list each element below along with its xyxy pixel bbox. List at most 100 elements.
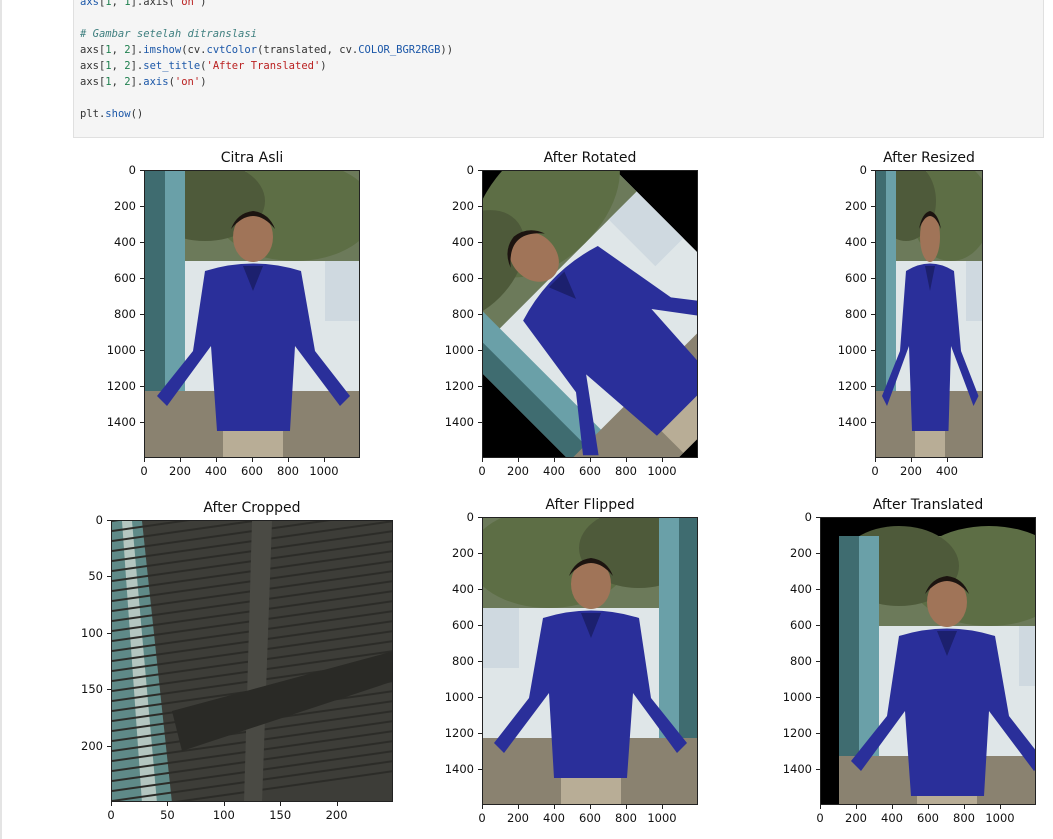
- x-tick-label: 400: [543, 464, 565, 478]
- x-tick-label: 800: [615, 464, 637, 478]
- y-tick-label: 600: [845, 271, 867, 285]
- x-tick-label: 400: [543, 811, 565, 825]
- y-tick-mark: [478, 242, 482, 243]
- y-tick-label: 600: [452, 271, 474, 285]
- y-tick-mark: [871, 314, 875, 315]
- y-tick-label: 400: [845, 235, 867, 249]
- y-tick-label: 200: [452, 199, 474, 213]
- x-tick-mark: [518, 458, 519, 462]
- y-tick-label: 200: [845, 199, 867, 213]
- y-tick-label: 400: [114, 235, 136, 249]
- y-tick-label: 1000: [837, 343, 867, 357]
- y-tick-mark: [478, 314, 482, 315]
- y-tick-label: 0: [859, 163, 867, 177]
- code-line-axis: axs[1, 2].axis('on'): [80, 76, 207, 88]
- y-tick-mark: [140, 422, 144, 423]
- y-tick-label: 1200: [444, 379, 474, 393]
- x-tick-mark: [856, 805, 857, 809]
- x-tick-label: 400: [881, 811, 903, 825]
- x-tick-mark: [626, 805, 627, 809]
- x-tick-label: 0: [871, 464, 879, 478]
- y-tick-label: 200: [452, 546, 474, 560]
- x-tick-label: 800: [953, 811, 975, 825]
- x-tick-label: 0: [478, 811, 486, 825]
- x-tick-mark: [662, 458, 663, 462]
- x-tick-mark: [820, 805, 821, 809]
- y-tick-mark: [478, 769, 482, 770]
- x-tick-label: 0: [816, 811, 824, 825]
- x-tick-mark: [324, 458, 325, 462]
- x-tick-mark: [626, 458, 627, 462]
- x-tick-mark: [144, 458, 145, 462]
- x-tick-label: 600: [579, 811, 601, 825]
- x-tick-label: 1000: [647, 464, 677, 478]
- x-tick-label: 800: [615, 811, 637, 825]
- subplot-image-original: [144, 170, 360, 458]
- y-tick-label: 800: [452, 307, 474, 321]
- y-tick-label: 1400: [444, 415, 474, 429]
- subplot-image-cropped: [111, 520, 393, 802]
- code-cell[interactable]: axs[1, 1].axis('on') # Gambar setelah di…: [73, 0, 1044, 138]
- y-tick-mark: [478, 517, 482, 518]
- x-tick-label: 600: [579, 464, 601, 478]
- x-tick-label: 200: [169, 464, 191, 478]
- code-line-set-title: axs[1, 2].set_title('After Translated'): [80, 60, 327, 72]
- x-tick-label: 400: [205, 464, 227, 478]
- y-tick-label: 1200: [782, 726, 812, 740]
- y-tick-label: 0: [466, 163, 474, 177]
- x-tick-mark: [216, 458, 217, 462]
- x-tick-label: 0: [140, 464, 148, 478]
- y-tick-mark: [816, 553, 820, 554]
- subplot-image-flipped: [482, 517, 698, 805]
- y-tick-label: 800: [452, 654, 474, 668]
- y-tick-label: 1200: [444, 726, 474, 740]
- y-tick-label: 1400: [106, 415, 136, 429]
- x-tick-mark: [288, 458, 289, 462]
- x-tick-mark: [336, 802, 338, 806]
- y-tick-label: 600: [114, 271, 136, 285]
- code-line-1: axs[1, 1].axis('on'): [80, 0, 207, 8]
- y-tick-label: 0: [95, 513, 103, 527]
- y-tick-mark: [107, 520, 111, 521]
- y-tick-mark: [816, 517, 820, 518]
- x-tick-mark: [223, 802, 225, 806]
- subplot-image-translated: [820, 517, 1036, 805]
- x-tick-label: 800: [277, 464, 299, 478]
- x-tick-mark: [554, 805, 555, 809]
- y-tick-label: 200: [790, 546, 812, 560]
- y-tick-mark: [140, 242, 144, 243]
- code-line-imshow: axs[1, 2].imshow(cv.cvtColor(translated,…: [80, 44, 454, 56]
- y-tick-label: 1000: [444, 343, 474, 357]
- y-tick-mark: [871, 170, 875, 171]
- y-tick-label: 200: [114, 199, 136, 213]
- y-tick-mark: [107, 745, 111, 747]
- x-tick-label: 50: [160, 808, 175, 822]
- x-tick-label: 100: [212, 808, 235, 822]
- x-tick-mark: [875, 458, 876, 462]
- x-tick-label: 1000: [985, 811, 1015, 825]
- y-tick-label: 0: [804, 510, 812, 524]
- x-tick-mark: [590, 805, 591, 809]
- y-tick-label: 1000: [444, 690, 474, 704]
- x-tick-mark: [911, 458, 912, 462]
- x-tick-mark: [280, 802, 282, 806]
- y-tick-mark: [871, 422, 875, 423]
- y-tick-mark: [816, 625, 820, 626]
- x-tick-mark: [482, 805, 483, 809]
- y-tick-mark: [816, 697, 820, 698]
- y-tick-mark: [478, 589, 482, 590]
- x-tick-label: 200: [325, 808, 348, 822]
- code-line-plt-show: plt.show(): [80, 108, 144, 120]
- x-tick-mark: [964, 805, 965, 809]
- y-tick-label: 200: [81, 738, 103, 753]
- subplot-image-rotated: [482, 170, 698, 458]
- y-tick-label: 800: [114, 307, 136, 321]
- y-tick-mark: [478, 733, 482, 734]
- y-tick-label: 1400: [444, 762, 474, 776]
- y-tick-label: 50: [88, 569, 103, 584]
- x-tick-mark: [590, 458, 591, 462]
- x-tick-mark: [662, 805, 663, 809]
- x-tick-label: 600: [241, 464, 263, 478]
- x-tick-mark: [482, 458, 483, 462]
- x-tick-label: 400: [936, 464, 958, 478]
